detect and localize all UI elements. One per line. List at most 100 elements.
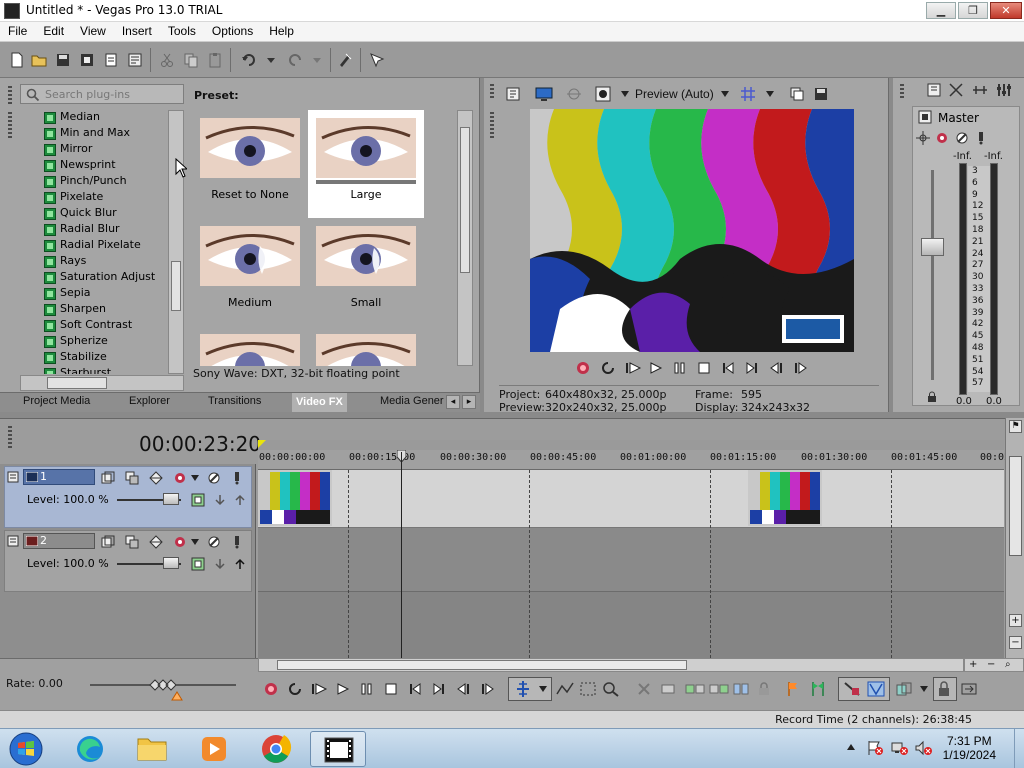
post-edit-ripple-icon[interactable]	[960, 681, 978, 697]
panel-grip[interactable]	[8, 426, 12, 450]
chevron-down-icon[interactable]	[538, 685, 548, 693]
chevron-down-icon[interactable]	[720, 90, 730, 98]
go-to-end-button[interactable]	[431, 681, 447, 697]
mixer-settings-icon[interactable]	[996, 82, 1012, 98]
make-compositing-parent-icon[interactable]	[233, 493, 247, 507]
marker-flag-button[interactable]: ⚑	[1009, 420, 1022, 433]
menu-options[interactable]: Options	[204, 22, 261, 41]
plugin-item[interactable]: Radial Blur	[44, 222, 120, 238]
external-monitor-icon[interactable]	[535, 86, 553, 102]
show-desktop-button[interactable]	[1014, 729, 1024, 768]
mute-track-icon[interactable]	[207, 471, 221, 485]
plugin-item[interactable]: Pinch/Punch	[44, 174, 127, 190]
timeline-horizontal-scrollbar[interactable]	[258, 658, 964, 672]
mute-track-icon[interactable]	[207, 535, 221, 549]
chevron-down-icon[interactable]	[620, 90, 630, 98]
ignore-event-grouping-icon[interactable]	[842, 680, 862, 698]
vegas-app-icon[interactable]	[4, 3, 20, 19]
empty-track-area[interactable]	[258, 592, 1004, 658]
expand-keyframes-icon[interactable]	[149, 471, 163, 485]
panel-grip[interactable]	[490, 112, 494, 140]
next-frame-button[interactable]	[479, 681, 497, 697]
save-icon[interactable]	[54, 51, 72, 69]
downmix-icon[interactable]	[948, 82, 964, 98]
preview-properties-icon[interactable]	[505, 86, 521, 102]
solo-track-icon[interactable]	[233, 471, 241, 485]
solo-icon[interactable]	[976, 131, 986, 145]
pause-button[interactable]	[672, 360, 688, 376]
track-fx-icon[interactable]	[173, 535, 187, 549]
timeline-vertical-scrollbar[interactable]: ⚑ + −	[1005, 418, 1024, 658]
panel-grip[interactable]	[8, 112, 12, 140]
play-from-start-button[interactable]	[310, 681, 328, 697]
video-track-header[interactable]: 1 Level: 100.0 %	[4, 466, 252, 528]
level-slider-handle[interactable]	[163, 557, 179, 569]
undo-dropdown-icon[interactable]	[262, 51, 280, 69]
zoom-out-horizontal-button[interactable]: −	[987, 659, 995, 671]
redo-icon[interactable]	[286, 51, 304, 69]
network-icon[interactable]	[890, 740, 908, 756]
track-fx-icon[interactable]	[173, 471, 187, 485]
loop-playback-button[interactable]	[287, 681, 303, 697]
save-snapshot-icon[interactable]	[813, 86, 829, 102]
menu-file[interactable]: File	[0, 22, 35, 41]
pause-button[interactable]	[359, 681, 375, 697]
make-compositing-parent-icon[interactable]	[233, 557, 247, 571]
collapse-track-icon[interactable]	[7, 535, 19, 547]
mute-icon[interactable]	[955, 131, 969, 145]
stop-button[interactable]	[383, 681, 399, 697]
insert-region-icon[interactable]	[810, 681, 826, 697]
copy-icon[interactable]	[182, 51, 200, 69]
maximize-button[interactable]: ❐	[958, 2, 988, 19]
action-center-flag-icon[interactable]	[866, 740, 884, 756]
preset-item[interactable]	[308, 326, 424, 366]
scrollbar-thumb[interactable]	[277, 660, 687, 670]
panel-grip[interactable]	[8, 86, 12, 106]
compositing-mode-icon[interactable]	[191, 557, 205, 571]
plugin-item[interactable]: Rays	[44, 254, 86, 270]
track-number-box[interactable]: 1	[23, 469, 95, 485]
auto-ripple-icon[interactable]	[866, 680, 886, 698]
zoom-in-horizontal-button[interactable]: +	[969, 659, 977, 671]
menu-view[interactable]: View	[72, 22, 114, 41]
master-fx-icon[interactable]	[918, 110, 932, 124]
play-button[interactable]	[335, 681, 351, 697]
search-plugins-box[interactable]: Search plug-ins	[20, 84, 184, 104]
make-compositing-child-icon[interactable]	[213, 557, 227, 571]
show-hidden-icons-chevron-icon[interactable]	[846, 743, 856, 751]
selection-edit-tool-icon[interactable]	[579, 681, 597, 697]
tab-project-media[interactable]: Project Media	[23, 395, 90, 407]
record-button[interactable]	[575, 360, 591, 376]
tab-scroll-left-button[interactable]: ◂	[446, 395, 460, 409]
scrollbar-thumb[interactable]	[171, 261, 181, 311]
previous-frame-button[interactable]	[768, 360, 786, 376]
compositing-mode-icon[interactable]	[191, 493, 205, 507]
normal-edit-tool-icon[interactable]	[513, 680, 533, 698]
menu-edit[interactable]: Edit	[35, 22, 72, 41]
project-properties-icon[interactable]	[126, 51, 144, 69]
previous-frame-button[interactable]	[455, 681, 473, 697]
trim-icon[interactable]	[660, 681, 676, 697]
go-to-start-button[interactable]	[407, 681, 423, 697]
zoom-in-vertical-button[interactable]: +	[1009, 614, 1022, 627]
marker-bar[interactable]	[258, 440, 1004, 450]
loop-region-marker-icon[interactable]	[258, 440, 266, 448]
level-slider-handle[interactable]	[163, 493, 179, 505]
track-lane-2[interactable]	[258, 528, 1004, 592]
loop-playback-button[interactable]	[600, 360, 616, 376]
make-compositing-child-icon[interactable]	[213, 493, 227, 507]
cursor-timecode[interactable]: 00:00:23:20	[139, 432, 261, 456]
insert-marker-icon[interactable]	[786, 681, 800, 697]
cut-icon[interactable]	[158, 51, 176, 69]
preset-reset-to-none[interactable]: Reset to None	[192, 110, 308, 218]
lock-icon[interactable]	[926, 391, 938, 403]
envelope-edit-tool-icon[interactable]	[556, 681, 574, 697]
plugin-item[interactable]: Median	[44, 110, 100, 126]
master-fader-track[interactable]	[931, 170, 934, 380]
expand-keyframes-icon[interactable]	[149, 535, 163, 549]
video-fx-icon[interactable]	[566, 86, 582, 102]
plugin-item[interactable]: Spherize	[44, 334, 108, 350]
track-number-box[interactable]: 2	[23, 533, 95, 549]
preset-small[interactable]: Small	[308, 218, 424, 326]
rate-slider-handle[interactable]	[148, 678, 176, 692]
